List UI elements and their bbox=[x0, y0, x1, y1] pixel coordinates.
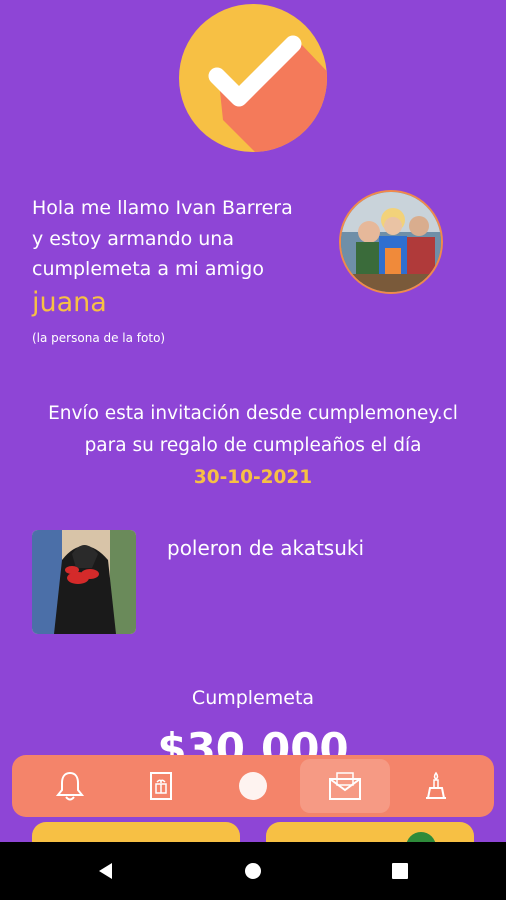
goal-label: Cumplemeta bbox=[191, 687, 315, 709]
nav-gift-card[interactable] bbox=[116, 759, 206, 813]
intro-line: y estoy armando una bbox=[32, 227, 234, 250]
home-circle-icon bbox=[245, 863, 261, 879]
intro-line: Hola me llamo Ivan Barrera bbox=[32, 197, 293, 219]
invitation-line: Envío esta invitación desde cumplemoney.… bbox=[48, 403, 458, 424]
intro-line: cumplemeta a mi amigo bbox=[32, 258, 264, 280]
bell-icon bbox=[55, 771, 85, 801]
system-recents-button[interactable] bbox=[370, 842, 430, 900]
nav-birthday[interactable] bbox=[391, 759, 481, 813]
gift-card-icon bbox=[150, 772, 172, 800]
success-check-icon bbox=[179, 4, 327, 152]
system-navigation-bar bbox=[0, 842, 506, 900]
back-triangle-icon bbox=[99, 863, 112, 879]
gift-image bbox=[32, 530, 136, 634]
system-back-button[interactable] bbox=[76, 842, 136, 900]
cake-icon bbox=[426, 771, 446, 799]
friend-name: juana bbox=[32, 287, 107, 318]
friend-photo bbox=[339, 190, 443, 294]
nav-notifications[interactable] bbox=[25, 759, 115, 813]
invitation-text: Envío esta invitación desde cumplemoney.… bbox=[0, 398, 506, 494]
gift-name: poleron de akatsuki bbox=[167, 536, 365, 560]
recents-square-icon bbox=[392, 863, 408, 879]
birthday-date: 30-10-2021 bbox=[193, 467, 313, 488]
circle-icon bbox=[239, 772, 267, 800]
friend-note: (la persona de la foto) bbox=[32, 331, 166, 345]
system-home-button[interactable] bbox=[223, 842, 283, 900]
invitation-line: para su regalo de cumpleaños el día bbox=[84, 435, 422, 456]
intro-text: Hola me llamo Ivan Barrera y estoy arman… bbox=[32, 193, 312, 285]
nav-home[interactable] bbox=[208, 759, 298, 813]
envelope-icon bbox=[329, 772, 361, 800]
nav-invitation[interactable] bbox=[300, 759, 390, 813]
bottom-nav-bar bbox=[12, 755, 494, 817]
